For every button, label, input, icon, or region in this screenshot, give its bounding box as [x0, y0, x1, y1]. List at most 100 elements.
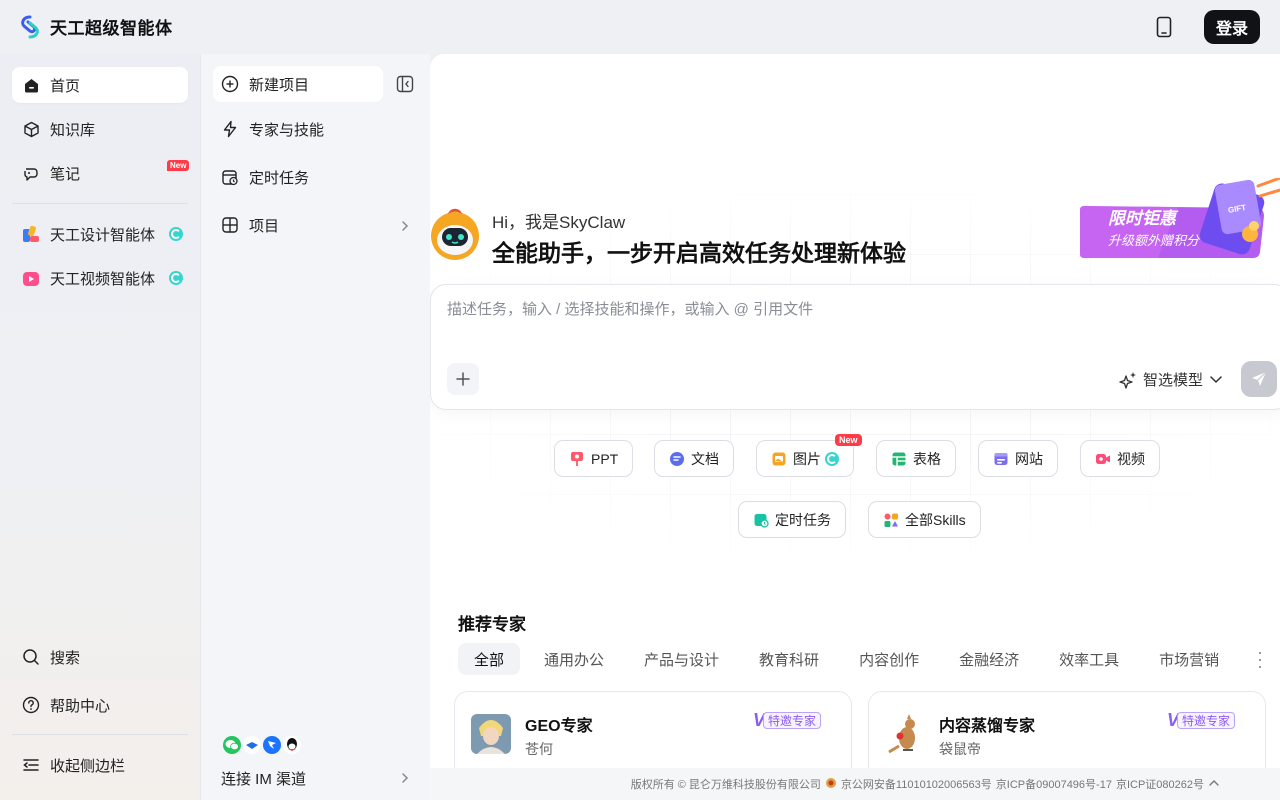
- quick-action-video[interactable]: 视频: [1080, 440, 1160, 477]
- left-sidebar: 首页 知识库 笔记 New 天工设计智能体 天工视频智能体 搜索 帮助中心 收起…: [0, 54, 200, 800]
- collapse-sidebar-button[interactable]: 收起侧边栏: [12, 747, 188, 783]
- invited-expert-badge: V 特邀专家: [1167, 710, 1236, 730]
- promo-banner[interactable]: GIFT 限时钜惠 升级额外赠积分: [1078, 178, 1280, 266]
- chevron-up-icon[interactable]: [1208, 778, 1220, 790]
- tab-office[interactable]: 通用办公: [528, 643, 620, 675]
- quick-action-label: 网站: [1015, 450, 1043, 467]
- quick-action-all-skills[interactable]: 全部Skills: [868, 501, 981, 538]
- video-icon: [1095, 451, 1111, 467]
- task-input-box: 智选模型: [430, 284, 1280, 410]
- design-agent-icon: [22, 225, 40, 243]
- expert-card[interactable]: GEO专家 苍何 V 特邀专家: [454, 691, 852, 768]
- sidebar-item-knowledge[interactable]: 知识库: [12, 111, 188, 147]
- chevron-right-icon[interactable]: [399, 220, 411, 232]
- icp-record-link[interactable]: 京ICP备09007496号-17: [996, 776, 1112, 792]
- sidebar-item-label: 收起侧边栏: [50, 757, 126, 775]
- chevron-down-icon: [1210, 375, 1222, 383]
- sidebar-item-label: 知识库: [50, 121, 96, 139]
- quick-action-label: 定时任务: [775, 511, 831, 528]
- tab-education[interactable]: 教育科研: [743, 643, 835, 675]
- sparkle-icon: [1119, 371, 1136, 389]
- phone-icon: [1156, 16, 1172, 38]
- copyright-text: 版权所有 © 昆仑万维科技股份有限公司: [630, 779, 821, 791]
- projects-item[interactable]: 项目: [213, 207, 383, 243]
- greeting-text: Hi，我是SkyClaw: [492, 213, 626, 232]
- more-tabs-icon[interactable]: [1254, 650, 1266, 670]
- calendar-clock-icon: [221, 168, 239, 186]
- sidebar-toggle-icon: [396, 75, 414, 93]
- im-channel-icons: [221, 734, 303, 756]
- quick-action-scheduled-task[interactable]: 定时任务: [738, 501, 846, 538]
- plus-circle-icon: [221, 75, 239, 93]
- website-icon: [993, 451, 1009, 467]
- promo-subtitle: 升级额外赠积分: [1108, 233, 1200, 248]
- quick-action-sheet[interactable]: 表格: [876, 440, 956, 477]
- sidebar-item-search[interactable]: 搜索: [12, 639, 188, 675]
- icp-license-link[interactable]: 京ICP证080262号: [1116, 776, 1204, 792]
- vip-icon: [169, 227, 184, 241]
- quick-action-ppt[interactable]: PPT: [554, 440, 634, 477]
- police-record-link[interactable]: 京公网安备11010102006563号: [841, 776, 992, 792]
- experts-skills-item[interactable]: 专家与技能: [213, 111, 383, 147]
- new-badge: New: [835, 434, 862, 446]
- expert-avatar: [885, 714, 925, 754]
- sidebar-item-help[interactable]: 帮助中心: [12, 687, 188, 723]
- quick-action-label: 表格: [913, 450, 941, 467]
- hero-headline: 全能助手，一步开启高效任务处理新体验: [492, 240, 906, 266]
- help-icon: [22, 696, 40, 714]
- quick-action-label: 文档: [691, 450, 719, 467]
- connect-im-link[interactable]: 连接 IM 渠道: [221, 768, 306, 789]
- all-skills-icon: [883, 512, 899, 528]
- quick-action-label: 全部Skills: [905, 511, 966, 528]
- badge-label: 特邀专家: [763, 712, 822, 729]
- new-badge: New: [167, 160, 190, 171]
- cube-icon: [22, 120, 40, 138]
- sidebar-item-label: 帮助中心: [50, 697, 111, 715]
- tab-marketing[interactable]: 市场营销: [1143, 643, 1235, 675]
- tab-efficiency[interactable]: 效率工具: [1043, 643, 1135, 675]
- quick-action-label: 视频: [1117, 450, 1145, 467]
- model-select-label: 智选模型: [1143, 372, 1204, 389]
- sidebar-item-home[interactable]: 首页: [12, 67, 188, 103]
- chevron-right-icon[interactable]: [399, 772, 411, 784]
- tab-product-design[interactable]: 产品与设计: [628, 643, 735, 675]
- expert-author: 苍何: [525, 741, 553, 757]
- tab-all[interactable]: 全部: [458, 643, 521, 675]
- attach-button[interactable]: [447, 363, 479, 395]
- expert-author: 袋鼠帝: [939, 741, 981, 757]
- brand[interactable]: 天工超级智能体: [18, 14, 173, 39]
- image-icon: [771, 451, 787, 467]
- feishu-icon: [241, 734, 263, 756]
- quick-action-website[interactable]: 网站: [978, 440, 1058, 477]
- model-select-dropdown[interactable]: 智选模型: [1119, 369, 1223, 390]
- mobile-app-button[interactable]: [1152, 14, 1176, 40]
- sidebar-item-label: 搜索: [50, 649, 81, 667]
- expert-title: 内容蒸馏专家: [939, 718, 1036, 735]
- collapse-panel-button[interactable]: [395, 74, 415, 94]
- qq-icon: [281, 734, 303, 756]
- sidebar-item-design-agent[interactable]: 天工设计智能体: [12, 216, 188, 252]
- projects-label: 项目: [249, 217, 280, 235]
- tab-content[interactable]: 内容创作: [843, 643, 935, 675]
- expert-avatar: [471, 714, 511, 754]
- sidebar-item-notes[interactable]: 笔记 New: [12, 155, 190, 191]
- sidebar-item-video-agent[interactable]: 天工视频智能体: [12, 260, 188, 296]
- sidebar-item-label: 首页: [50, 77, 81, 95]
- footer: 版权所有 © 昆仑万维科技股份有限公司 京公网安备11010102006563号…: [430, 768, 1280, 800]
- expert-card[interactable]: 内容蒸馏专家 袋鼠帝 V 特邀专家: [868, 691, 1266, 768]
- send-button[interactable]: [1241, 361, 1277, 397]
- quick-action-doc[interactable]: 文档: [654, 440, 734, 477]
- quick-action-label: PPT: [591, 450, 619, 467]
- brand-logo-icon: [21, 15, 39, 38]
- new-project-button[interactable]: 新建项目: [213, 66, 383, 102]
- search-icon: [22, 648, 40, 666]
- task-input[interactable]: [447, 301, 1147, 318]
- scheduled-tasks-item[interactable]: 定时任务: [213, 159, 383, 195]
- doc-icon: [669, 451, 685, 467]
- tab-finance[interactable]: 金融经济: [943, 643, 1035, 675]
- lightning-icon: [221, 120, 239, 138]
- login-button[interactable]: 登录: [1204, 10, 1260, 44]
- main-content: Hi，我是SkyClaw 全能助手，一步开启高效任务处理新体验 GIFT 限时钜…: [430, 54, 1280, 768]
- quick-action-image[interactable]: 图片 New: [756, 434, 862, 477]
- sidebar-item-label: 笔记: [50, 165, 81, 183]
